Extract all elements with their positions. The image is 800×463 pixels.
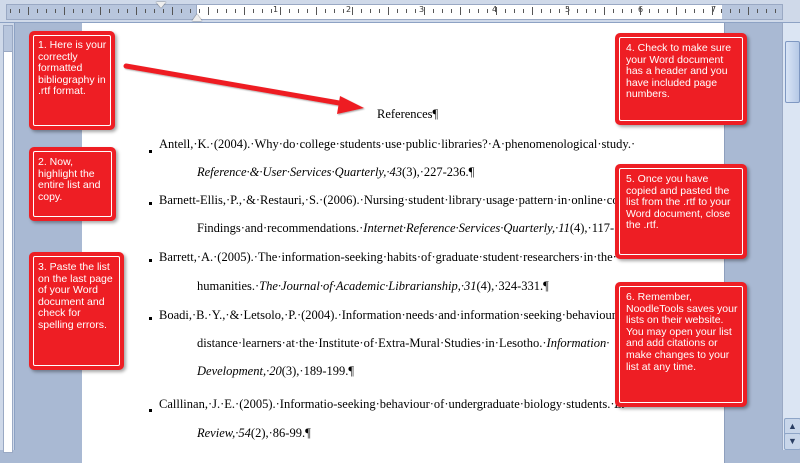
callout-step-4-text: 4. Check to make sure your Word document… bbox=[626, 42, 732, 101]
callout-step-5: 5. Once you have copied and pasted the l… bbox=[615, 164, 747, 259]
callout-step-3-text: 3. Paste the list on the last page of yo… bbox=[38, 261, 113, 331]
callout-step-3: 3. Paste the list on the last page of yo… bbox=[29, 252, 124, 370]
callout-step-4: 4. Check to make sure your Word document… bbox=[615, 33, 747, 125]
callout-step-1: 1. Here is your correctly formatted bibl… bbox=[29, 31, 115, 130]
callout-step-1-text: 1. Here is your correctly formatted bibl… bbox=[38, 39, 107, 98]
callout-step-5-text: 5. Once you have copied and pasted the l… bbox=[626, 173, 731, 232]
callout-step-6-text: 6. Remember, NoodleTools saves your list… bbox=[626, 291, 738, 373]
callout-step-2-text: 2. Now, highlight the entire list and co… bbox=[38, 156, 101, 203]
callout-step-6: 6. Remember, NoodleTools saves your list… bbox=[615, 282, 747, 407]
callout-step-2: 2. Now, highlight the entire list and co… bbox=[29, 147, 116, 221]
